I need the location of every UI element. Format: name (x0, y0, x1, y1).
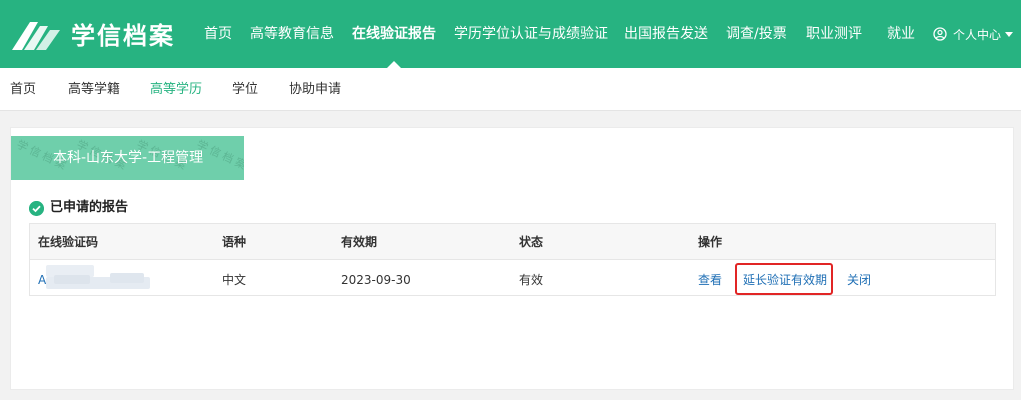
subnav-item-enrollment[interactable]: 高等学籍 (68, 81, 120, 99)
redacted-code (54, 275, 90, 284)
brand-name[interactable]: 学信档案 (71, 21, 175, 51)
chevron-down-icon[interactable] (1005, 32, 1013, 37)
section-title: 已申请的报告 (50, 200, 129, 215)
user-menu[interactable]: 个人中心 (953, 25, 1001, 45)
subnav-item-home[interactable]: 首页 (10, 81, 36, 99)
degree-title: 本科-山东大学-工程管理 (53, 150, 204, 166)
view-link[interactable]: 查看 (698, 272, 722, 288)
table-header: 在线验证码 语种 有效期 状态 操作 (30, 224, 995, 260)
col-header-status: 状态 (519, 235, 544, 249)
col-header-expiry: 有效期 (341, 235, 378, 249)
nav-item-overseas-report[interactable]: 出国报告发送 (624, 24, 708, 44)
close-link[interactable]: 关闭 (847, 272, 871, 288)
col-header-code: 在线验证码 (38, 235, 99, 249)
logo-icon[interactable] (10, 16, 62, 52)
redacted-code (110, 273, 144, 283)
cell-expiry: 2023-09-30 (341, 273, 411, 287)
nav-item-home[interactable]: 首页 (204, 24, 232, 44)
subnav-item-degree-record[interactable]: 高等学历 (150, 81, 202, 99)
nav-item-higher-education[interactable]: 高等教育信息 (250, 24, 334, 44)
report-card: 学信档案 学信档案 学信档案 学信档案 本科-山东大学-工程管理 已申请的报告 … (10, 127, 1014, 390)
nav-item-survey[interactable]: 调查/投票 (726, 24, 787, 44)
nav-item-certification[interactable]: 学历学位认证与成绩验证 (454, 24, 608, 44)
reports-table: 在线验证码 语种 有效期 状态 操作 A 中文 2023-09-30 有效 查看… (29, 223, 996, 296)
col-header-language: 语种 (222, 235, 247, 249)
col-header-actions: 操作 (698, 235, 723, 249)
nav-item-career-test[interactable]: 职业测评 (806, 24, 862, 44)
sub-nav-bar: 首页 高等学籍 高等学历 学位 协助申请 (0, 68, 1021, 111)
verification-code-link[interactable]: A (38, 272, 46, 288)
nav-item-online-report[interactable]: 在线验证报告 (352, 24, 436, 44)
extend-validity-link[interactable]: 延长验证有效期 (743, 272, 827, 288)
subnav-item-assist-apply[interactable]: 协助申请 (289, 81, 341, 99)
cell-language: 中文 (222, 273, 247, 287)
cell-status: 有效 (519, 273, 544, 287)
check-circle-icon (29, 201, 44, 216)
degree-tab[interactable]: 学信档案 学信档案 学信档案 学信档案 本科-山东大学-工程管理 (11, 136, 244, 180)
nav-item-employment[interactable]: 就业 (887, 24, 915, 44)
user-circle-icon[interactable] (933, 27, 947, 41)
top-nav-bar: 学信档案 首页 高等教育信息 在线验证报告 学历学位认证与成绩验证 出国报告发送… (0, 0, 1021, 69)
subnav-item-academic-degree[interactable]: 学位 (232, 81, 258, 99)
